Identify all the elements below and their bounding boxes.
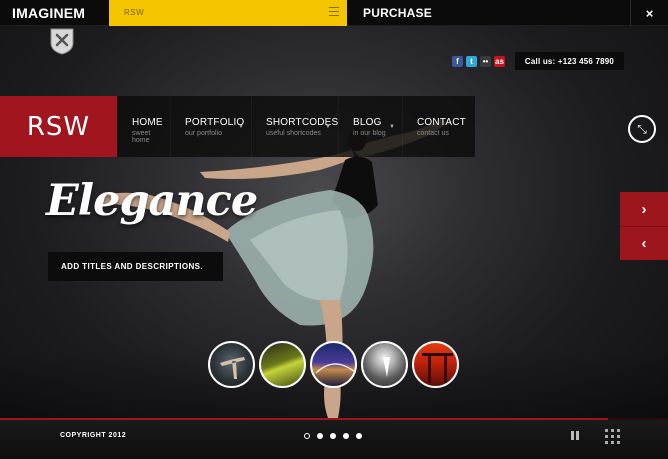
pagination-dot[interactable]: [317, 433, 323, 439]
close-icon: ×: [645, 5, 654, 21]
prev-slide-button[interactable]: ‹: [620, 226, 668, 260]
main-nav: RSW HOME sweet home PORTFOLIO our portfo…: [0, 96, 475, 157]
nav-item-title: PORTFOLIO: [185, 117, 245, 128]
pagination-dot[interactable]: [330, 433, 336, 439]
chevron-right-icon: ›: [641, 200, 647, 218]
twitter-icon[interactable]: t: [466, 56, 477, 67]
nav-item-portfolio[interactable]: PORTFOLIO our portfolio ▼: [170, 96, 251, 157]
next-slide-button[interactable]: ›: [620, 192, 668, 226]
nav-item-subtitle: sweet home: [132, 130, 151, 144]
nav-item-subtitle: useful shortcodes: [266, 130, 321, 137]
thumb-dancer[interactable]: [208, 341, 255, 388]
top-bar: IMAGINEM RSW PURCHASE ×: [0, 0, 668, 26]
nav-item-contact[interactable]: CONTACT contact us: [402, 96, 475, 157]
site-logo[interactable]: RSW: [0, 96, 117, 157]
chevron-down-icon: ▼: [389, 124, 395, 130]
theme-select[interactable]: RSW: [109, 0, 347, 26]
close-button[interactable]: ×: [630, 0, 668, 26]
social-icons: f t •• as: [452, 56, 505, 67]
purchase-link[interactable]: PURCHASE: [363, 6, 432, 20]
dancer-image: [100, 118, 446, 418]
hero-slide: [0, 26, 668, 459]
pagination-dot[interactable]: [356, 433, 362, 439]
copyright-text: COPYRIGHT 2012: [60, 432, 127, 439]
nav-item-subtitle: contact us: [417, 130, 449, 137]
thumb-lamp[interactable]: [361, 341, 408, 388]
chevron-down-icon: ▼: [325, 124, 331, 130]
chevron-left-icon: ‹: [641, 235, 647, 252]
footer-bar: COPYRIGHT 2012: [0, 420, 668, 459]
facebook-icon[interactable]: f: [452, 56, 463, 67]
brand-name[interactable]: IMAGINEM: [12, 5, 85, 21]
nav-item-shortcodes[interactable]: SHORTCODES useful shortcodes ▼: [251, 96, 338, 157]
thumb-torii[interactable]: [412, 341, 459, 388]
thumb-bridge[interactable]: [310, 341, 357, 388]
grid-view-button[interactable]: [605, 429, 620, 444]
expand-arrows-icon: ⤡: [637, 121, 647, 136]
pagination-dots: [304, 433, 362, 439]
nav-item-subtitle: in our blog: [353, 130, 386, 137]
theme-select-value: RSW: [124, 8, 145, 17]
pagination-dot[interactable]: [343, 433, 349, 439]
slide-caption: ADD TITLES AND DESCRIPTIONS.: [48, 252, 223, 281]
fullscreen-toggle-button[interactable]: ⤡: [628, 115, 656, 143]
nav-item-subtitle: our portfolio: [185, 130, 222, 137]
thumb-grass[interactable]: [259, 341, 306, 388]
nav-item-blog[interactable]: BLOG in our blog ▼: [338, 96, 402, 157]
pagination-dot[interactable]: [304, 433, 310, 439]
nav-item-title: BLOG: [353, 117, 382, 128]
nav-item-title: SHORTCODES: [266, 117, 339, 128]
chevron-down-icon: ▼: [238, 124, 244, 130]
call-us-box: Call us: +123 456 7890: [515, 52, 624, 70]
nav-item-title: HOME: [132, 117, 163, 128]
tools-badge-icon[interactable]: [49, 27, 75, 55]
pause-button[interactable]: [571, 431, 579, 440]
flickr-icon[interactable]: ••: [480, 56, 491, 67]
lastfm-icon[interactable]: as: [494, 56, 505, 67]
nav-item-title: CONTACT: [417, 117, 466, 128]
nav-item-home[interactable]: HOME sweet home: [117, 96, 170, 157]
thumbnail-strip: [208, 341, 459, 388]
slide-headline: Elegance: [46, 176, 258, 226]
menu-lines-icon: [329, 7, 339, 19]
